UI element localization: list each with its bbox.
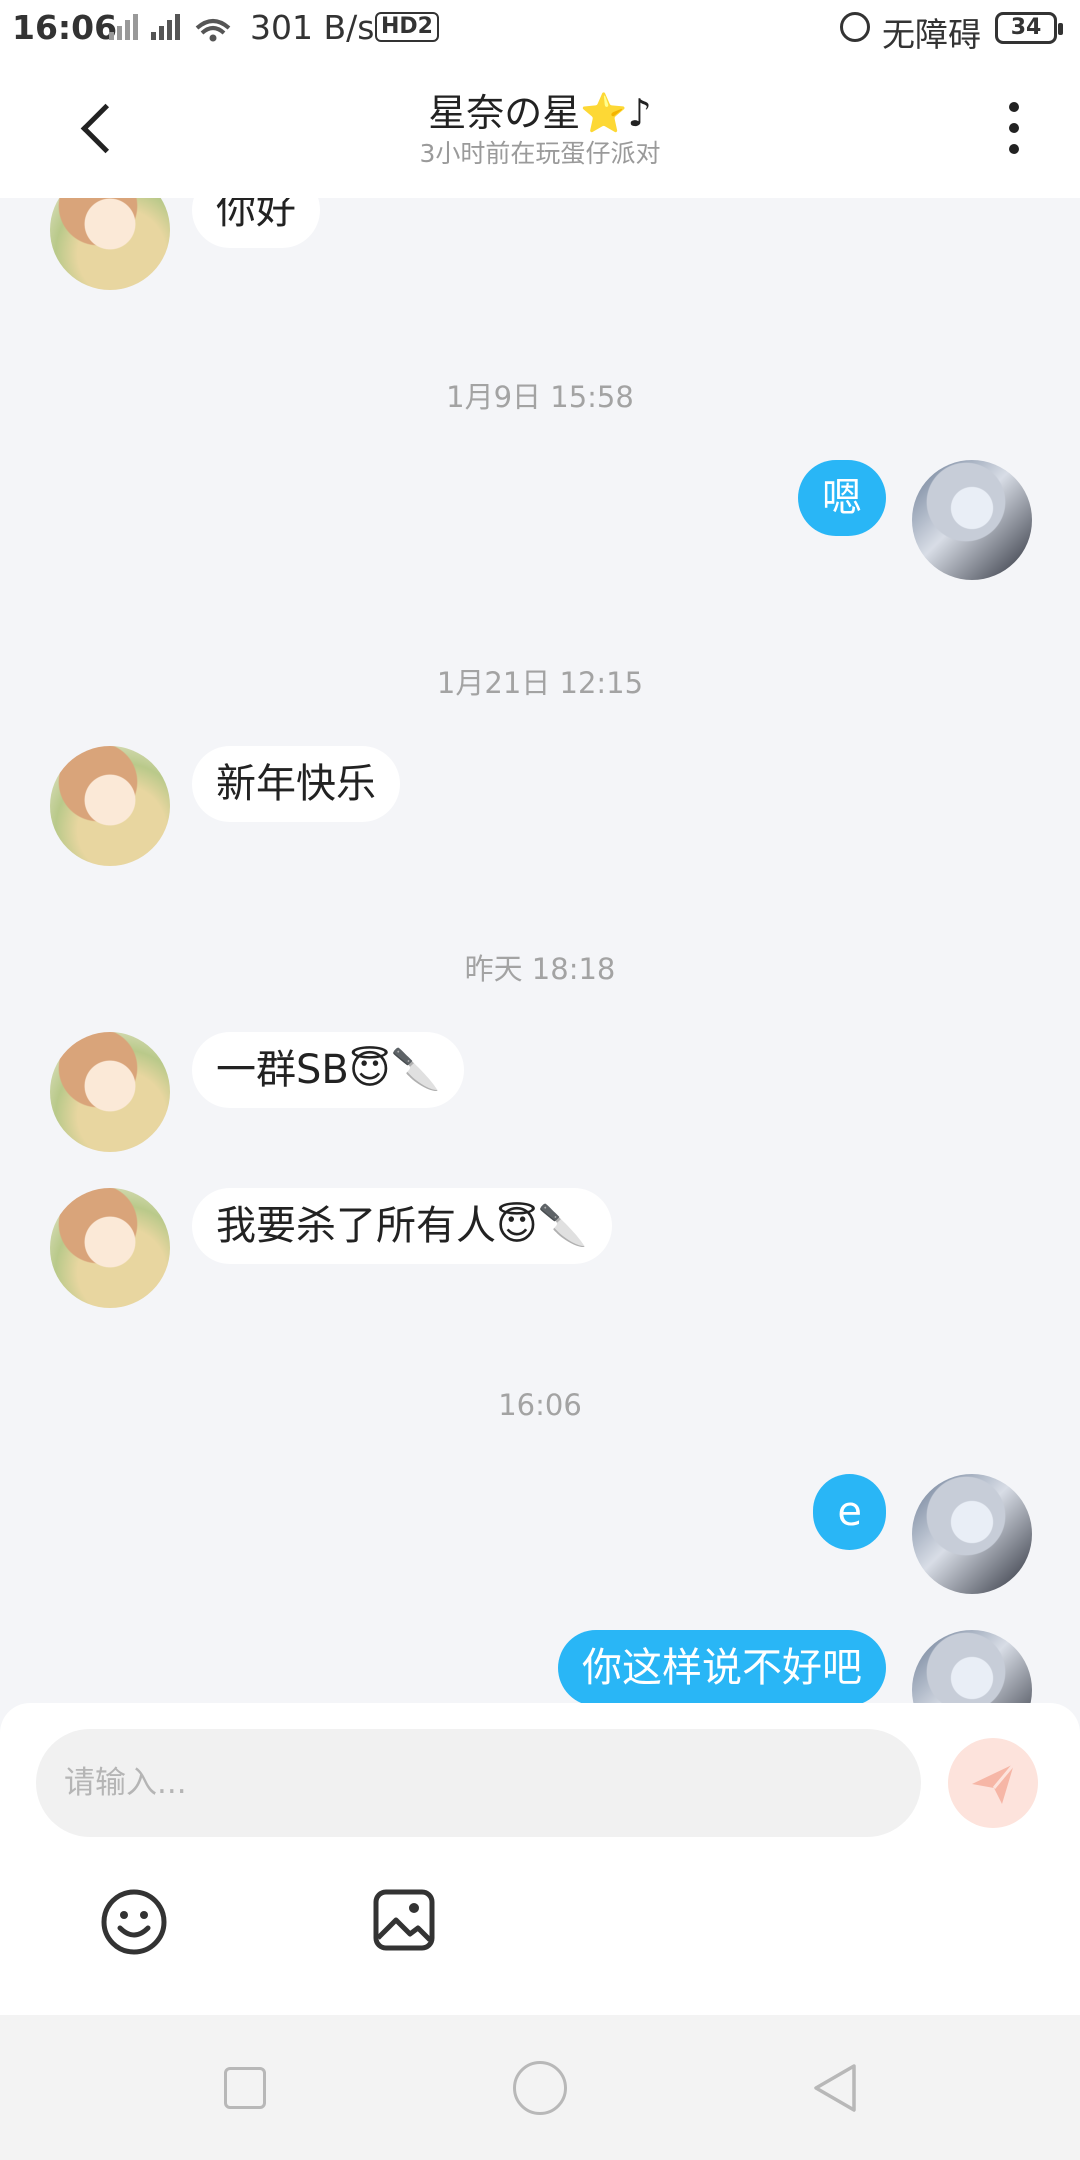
emoji-button[interactable] xyxy=(100,1888,168,1956)
network-speed: 301 B/s xyxy=(250,8,375,47)
battery-icon: 34 xyxy=(995,12,1063,44)
message-composer xyxy=(0,1703,1080,2015)
image-icon xyxy=(373,1889,435,1951)
emoji-icon xyxy=(101,1889,167,1955)
home-button[interactable] xyxy=(513,2061,567,2115)
user-avatar[interactable] xyxy=(912,460,1032,580)
contact-avatar[interactable] xyxy=(50,1188,170,1308)
incoming-message[interactable]: 新年快乐 xyxy=(192,746,400,822)
message-timestamp: 1月9日 15:58 xyxy=(446,380,634,414)
status-time: 16:06 xyxy=(12,8,118,47)
nav-back-icon[interactable] xyxy=(810,2062,860,2114)
message-timestamp: 昨天 18:18 xyxy=(464,952,616,986)
send-icon xyxy=(972,1763,1016,1804)
incoming-message[interactable]: 一群SB😇🔪 xyxy=(192,1032,465,1108)
more-vertical-icon[interactable] xyxy=(998,98,1030,158)
system-nav-bar xyxy=(0,2015,1080,2160)
image-button[interactable] xyxy=(372,1888,436,1952)
signal-icon xyxy=(105,10,235,52)
message-timestamp: 1月21日 12:15 xyxy=(436,666,644,700)
recents-button[interactable] xyxy=(224,2067,266,2109)
user-avatar[interactable] xyxy=(912,1630,1032,1703)
contact-status: 3小时前在玩蛋仔派对 xyxy=(419,139,661,168)
incoming-message[interactable]: 你好 xyxy=(192,198,320,248)
user-avatar[interactable] xyxy=(912,1474,1032,1594)
status-bar: 16:06 301 B/s HD2 无障碍 34 xyxy=(0,0,1080,56)
accessibility-label: 无障碍 xyxy=(882,15,981,54)
send-button[interactable] xyxy=(948,1738,1038,1828)
contact-name: 星奈の星⭐♪ xyxy=(428,91,652,135)
hd-badge: HD2 xyxy=(375,12,439,42)
contact-avatar[interactable] xyxy=(50,1032,170,1152)
outgoing-message[interactable]: 嗯 xyxy=(798,460,886,536)
message-list[interactable]: 你好 1月9日 15:58 嗯 1月21日 12:15 新年快乐 昨天 18:1… xyxy=(0,198,1080,1703)
message-input[interactable] xyxy=(36,1729,921,1837)
contact-avatar[interactable] xyxy=(50,198,170,290)
chat-header: 星奈の星⭐♪ 3小时前在玩蛋仔派对 xyxy=(0,56,1080,198)
outgoing-message[interactable]: e xyxy=(813,1474,886,1550)
incoming-message[interactable]: 我要杀了所有人😇🔪 xyxy=(192,1188,612,1264)
message-timestamp: 16:06 xyxy=(498,1388,582,1422)
rotation-lock-icon xyxy=(840,12,870,42)
outgoing-message[interactable]: 你这样说不好吧 xyxy=(558,1630,886,1703)
contact-avatar[interactable] xyxy=(50,746,170,866)
